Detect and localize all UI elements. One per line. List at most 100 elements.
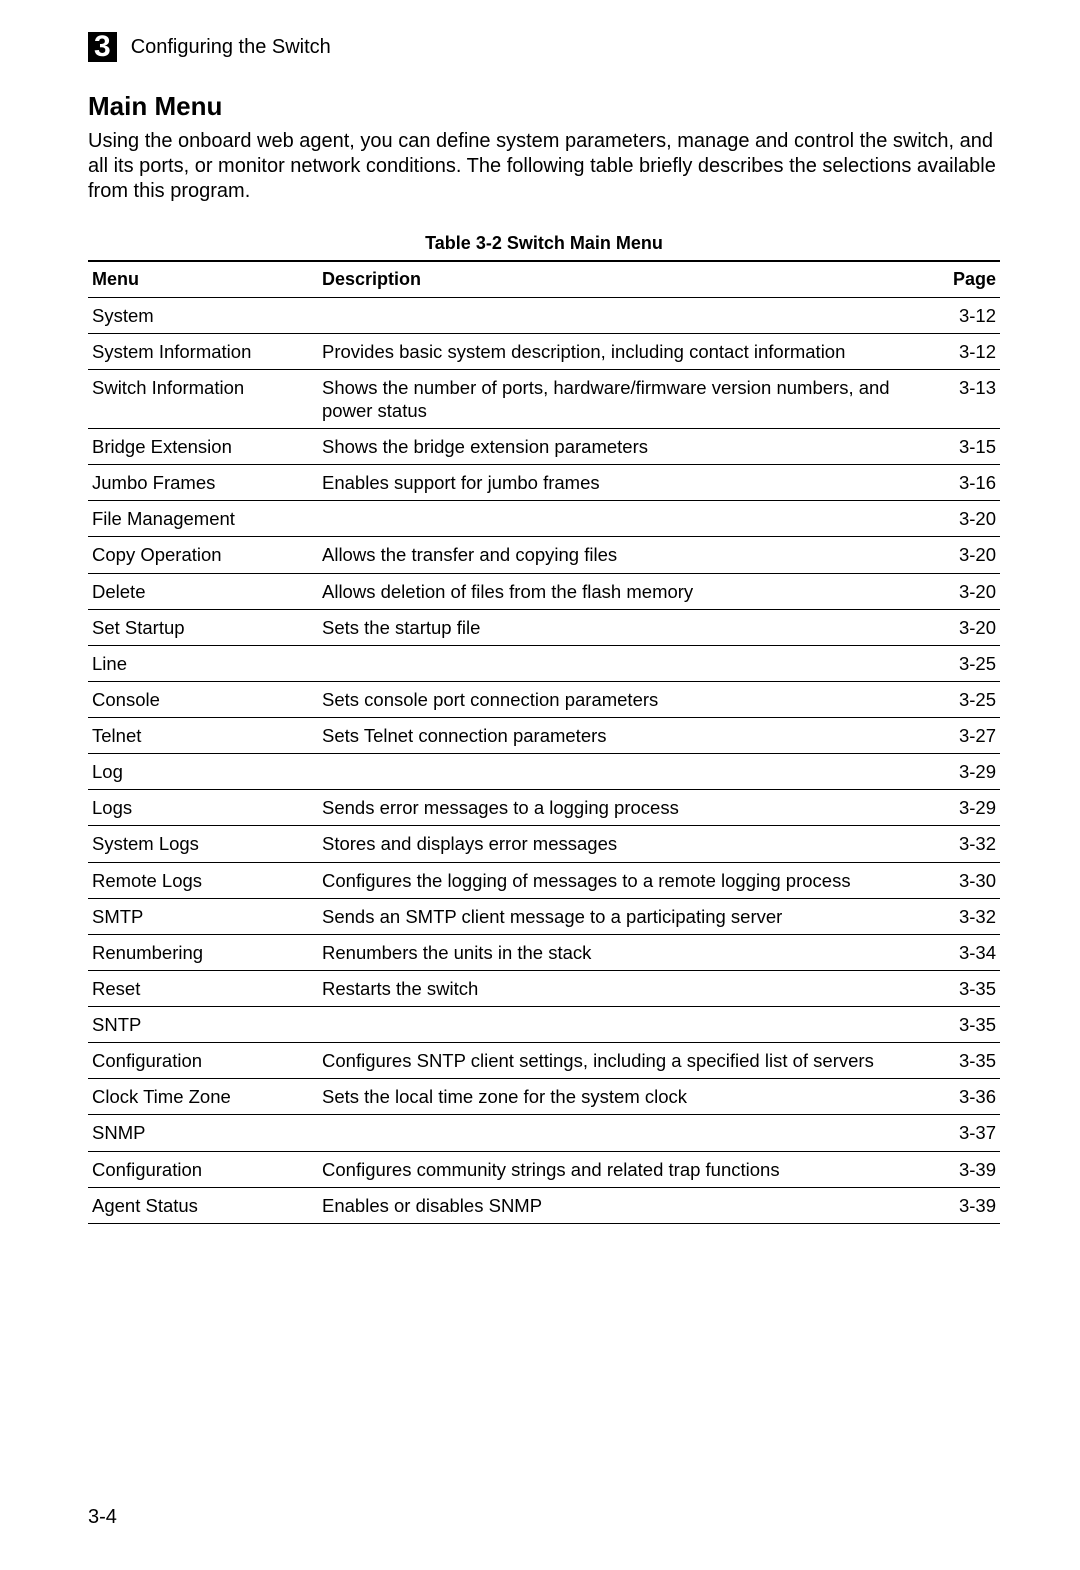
table-row: Log 3-29 xyxy=(88,754,1000,790)
page-cell: 3-32 xyxy=(930,826,1000,862)
table-row: Jumbo FramesEnables support for jumbo fr… xyxy=(88,465,1000,501)
table-row: System LogsStores and displays error mes… xyxy=(88,826,1000,862)
table-row: LogsSends error messages to a logging pr… xyxy=(88,790,1000,826)
page: 3 Configuring the Switch Main Menu Using… xyxy=(0,0,1080,1570)
menu-cell: Telnet xyxy=(88,718,318,754)
menu-cell: SNMP xyxy=(88,1115,318,1151)
description-cell: Sends an SMTP client message to a partic… xyxy=(318,898,930,934)
menu-cell: System Information xyxy=(88,333,318,369)
menu-cell: SNTP xyxy=(88,1007,318,1043)
page-cell: 3-35 xyxy=(930,970,1000,1006)
table-header-description: Description xyxy=(318,261,930,297)
description-cell xyxy=(318,501,930,537)
menu-cell: Line xyxy=(88,645,318,681)
page-cell: 3-25 xyxy=(930,645,1000,681)
table-header-page: Page xyxy=(930,261,1000,297)
table-row: DeleteAllows deletion of files from the … xyxy=(88,573,1000,609)
menu-cell: SMTP xyxy=(88,898,318,934)
page-cell: 3-36 xyxy=(930,1079,1000,1115)
table-row: SMTPSends an SMTP client message to a pa… xyxy=(88,898,1000,934)
description-cell xyxy=(318,645,930,681)
description-cell: Stores and displays error messages xyxy=(318,826,930,862)
description-cell: Enables or disables SNMP xyxy=(318,1187,930,1223)
page-cell: 3-20 xyxy=(930,501,1000,537)
page-cell: 3-34 xyxy=(930,934,1000,970)
description-cell: Configures SNTP client settings, includi… xyxy=(318,1043,930,1079)
description-cell: Sets the startup file xyxy=(318,609,930,645)
page-header: 3 Configuring the Switch xyxy=(88,32,1000,62)
table-row: Copy OperationAllows the transfer and co… xyxy=(88,537,1000,573)
description-cell xyxy=(318,1007,930,1043)
page-cell: 3-39 xyxy=(930,1151,1000,1187)
menu-cell: Configuration xyxy=(88,1151,318,1187)
page-cell: 3-39 xyxy=(930,1187,1000,1223)
switch-main-menu-table: Menu Description Page System3-12System I… xyxy=(88,260,1000,1224)
table-row: Clock Time ZoneSets the local time zone … xyxy=(88,1079,1000,1115)
table-caption: Table 3-2 Switch Main Menu xyxy=(88,232,1000,255)
menu-cell: Renumbering xyxy=(88,934,318,970)
description-cell: Shows the bridge extension parameters xyxy=(318,429,930,465)
menu-cell: Console xyxy=(88,681,318,717)
description-cell: Sets Telnet connection parameters xyxy=(318,718,930,754)
page-cell: 3-15 xyxy=(930,429,1000,465)
table-row: ConfigurationConfigures community string… xyxy=(88,1151,1000,1187)
page-cell: 3-29 xyxy=(930,754,1000,790)
page-cell: 3-12 xyxy=(930,297,1000,333)
description-cell: Sends error messages to a logging proces… xyxy=(318,790,930,826)
table-row: ConfigurationConfigures SNTP client sett… xyxy=(88,1043,1000,1079)
table-row: ResetRestarts the switch3-35 xyxy=(88,970,1000,1006)
description-cell: Allows deletion of files from the flash … xyxy=(318,573,930,609)
menu-cell: Switch Information xyxy=(88,369,318,428)
table-row: Line 3-25 xyxy=(88,645,1000,681)
page-cell: 3-20 xyxy=(930,573,1000,609)
page-cell: 3-13 xyxy=(930,369,1000,428)
menu-cell: Set Startup xyxy=(88,609,318,645)
table-row: System InformationProvides basic system … xyxy=(88,333,1000,369)
description-cell: Shows the number of ports, hardware/firm… xyxy=(318,369,930,428)
table-row: RenumberingRenumbers the units in the st… xyxy=(88,934,1000,970)
table-row: Agent StatusEnables or disables SNMP3-39 xyxy=(88,1187,1000,1223)
table-row: ConsoleSets console port connection para… xyxy=(88,681,1000,717)
page-cell: 3-20 xyxy=(930,609,1000,645)
page-cell: 3-35 xyxy=(930,1043,1000,1079)
page-cell: 3-30 xyxy=(930,862,1000,898)
page-cell: 3-20 xyxy=(930,537,1000,573)
description-cell: Configures community strings and related… xyxy=(318,1151,930,1187)
chapter-title: Configuring the Switch xyxy=(131,35,331,60)
menu-cell: Logs xyxy=(88,790,318,826)
menu-cell: Configuration xyxy=(88,1043,318,1079)
menu-cell: Clock Time Zone xyxy=(88,1079,318,1115)
table-row: SNMP3-37 xyxy=(88,1115,1000,1151)
description-cell: Enables support for jumbo frames xyxy=(318,465,930,501)
menu-cell: Remote Logs xyxy=(88,862,318,898)
menu-cell: File Management xyxy=(88,501,318,537)
menu-cell: Copy Operation xyxy=(88,537,318,573)
menu-cell: Bridge Extension xyxy=(88,429,318,465)
description-cell: Sets the local time zone for the system … xyxy=(318,1079,930,1115)
table-row: System3-12 xyxy=(88,297,1000,333)
description-cell: Sets console port connection parameters xyxy=(318,681,930,717)
chapter-number-badge: 3 xyxy=(88,32,117,62)
description-cell xyxy=(318,297,930,333)
page-number: 3-4 xyxy=(88,1505,117,1530)
table-row: File Management 3-20 xyxy=(88,501,1000,537)
page-cell: 3-27 xyxy=(930,718,1000,754)
page-cell: 3-12 xyxy=(930,333,1000,369)
description-cell: Provides basic system description, inclu… xyxy=(318,333,930,369)
menu-cell: Log xyxy=(88,754,318,790)
menu-cell: Delete xyxy=(88,573,318,609)
page-cell: 3-16 xyxy=(930,465,1000,501)
table-row: Remote LogsConfigures the logging of mes… xyxy=(88,862,1000,898)
description-cell xyxy=(318,754,930,790)
table-header-row: Menu Description Page xyxy=(88,261,1000,297)
menu-cell: Agent Status xyxy=(88,1187,318,1223)
table-row: Bridge ExtensionShows the bridge extensi… xyxy=(88,429,1000,465)
description-cell: Allows the transfer and copying files xyxy=(318,537,930,573)
page-cell: 3-29 xyxy=(930,790,1000,826)
table-row: Set StartupSets the startup file3-20 xyxy=(88,609,1000,645)
section-title: Main Menu xyxy=(88,90,1000,123)
description-cell: Configures the logging of messages to a … xyxy=(318,862,930,898)
table-row: TelnetSets Telnet connection parameters3… xyxy=(88,718,1000,754)
description-cell: Renumbers the units in the stack xyxy=(318,934,930,970)
table-header-menu: Menu xyxy=(88,261,318,297)
